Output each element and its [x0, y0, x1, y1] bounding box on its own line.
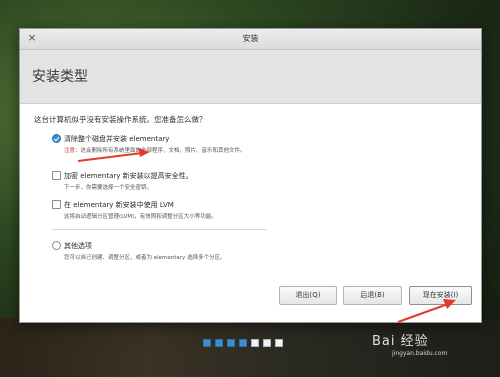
window-title: 安装: [242, 34, 259, 43]
quit-button[interactable]: 退出(Q): [279, 286, 337, 305]
step-dot-complete: [227, 339, 235, 347]
step-dot-pending: [263, 339, 271, 347]
option-desc: 下一步，你需要选择一个安全密钥。: [64, 185, 153, 191]
option-desc: 这将启动逻辑分区管理(LVM)，有快照和调整分区大小等功能。: [64, 214, 217, 220]
checkbox-icon[interactable]: [52, 171, 61, 180]
option-label[interactable]: 加密 elementary 新安装以提高安全性。: [64, 171, 193, 181]
annotation-arrow-install: [397, 299, 456, 323]
step-dot-complete: [215, 339, 223, 347]
question-text: 这台计算机似乎没有安装操作系统。您准备怎么做？: [34, 115, 207, 124]
radio-selected-icon[interactable]: [52, 134, 61, 143]
option-desc: 您可以自己创建、调整分区，或者为 elementary 选择多个分区。: [64, 255, 226, 261]
page-title: 安装类型: [32, 69, 88, 85]
step-dot-pending: [251, 339, 259, 347]
step-dot-complete: [203, 339, 211, 347]
step-dot-complete: [239, 339, 247, 347]
option-label[interactable]: 其他选项: [64, 241, 92, 251]
checkbox-icon[interactable]: [52, 200, 61, 209]
step-dot-pending: [275, 339, 283, 347]
content-area: 这台计算机似乎没有安装操作系统。您准备怎么做？ 清除整个磁盘并安装 elemen…: [20, 104, 481, 322]
page-header: 安装类型: [20, 50, 481, 104]
installer-window: × 安装 安装类型 这台计算机似乎没有安装操作系统。您准备怎么做？ 清除整个磁盘…: [19, 28, 482, 323]
option-label[interactable]: 清除整个磁盘并安装 elementary: [64, 134, 169, 144]
watermark-logo: Bai 经验: [372, 334, 429, 349]
annotation-arrow-option: [77, 148, 150, 162]
title-bar: × 安装: [20, 29, 481, 50]
watermark-url: jingyan.baidu.com: [392, 350, 448, 357]
separator: [52, 229, 267, 230]
radio-icon[interactable]: [52, 241, 61, 250]
option-label[interactable]: 在 elementary 新安装中使用 LVM: [64, 200, 174, 210]
